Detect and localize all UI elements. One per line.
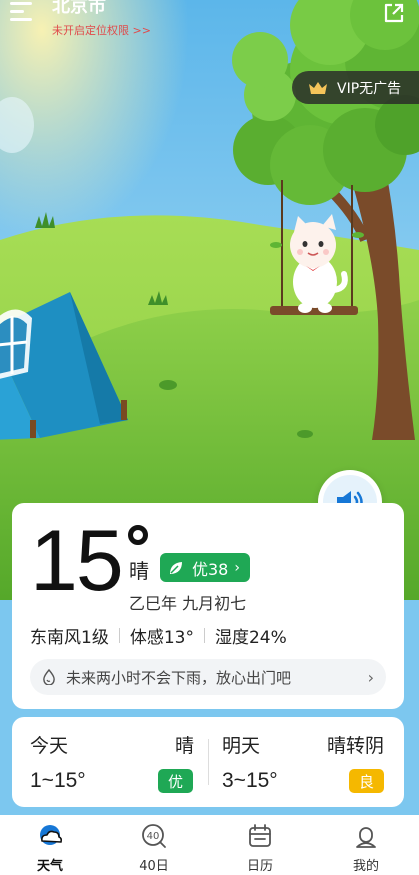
forecast-day-label: 今天 [30, 735, 69, 757]
nav-label: 我的 [352, 859, 379, 874]
feels-like: 体感13° [129, 628, 194, 648]
location-permission-link[interactable]: 未开启定位权限 >> [52, 22, 151, 38]
lunar-date: 乙巳年 九月初七 [129, 594, 247, 613]
city-name[interactable]: 北京市 [52, 0, 106, 18]
calendar-icon [249, 824, 271, 847]
menu-icon[interactable] [10, 2, 36, 24]
nav-label: 天气 [36, 859, 63, 874]
bottom-navigation: 天气 40 40日 日历 我的 [0, 815, 419, 875]
forecast-aqi-badge: 良 [349, 769, 384, 793]
nav-label: 40日 [139, 859, 169, 874]
forecast-day-label: 明天 [222, 735, 261, 757]
current-condition: 晴 [129, 559, 149, 583]
forecast-condition: 晴 [174, 735, 194, 757]
profile-icon [356, 827, 376, 848]
chevron-right-icon: › [367, 667, 374, 687]
share-icon[interactable] [383, 2, 405, 24]
current-weather-card: 15 晴 优38 › 乙巳年 九月初七 东南风1级 体感13° 湿度24% 未来… [12, 503, 404, 709]
current-temperature: 15 [30, 513, 124, 609]
weather-stats-row: 东南风1级 体感13° 湿度24% [30, 623, 287, 648]
divider [203, 628, 205, 643]
chevron-right-icon: › [234, 559, 240, 576]
air-quality-badge[interactable]: 优38 › [160, 553, 250, 582]
nav-tab-40day[interactable]: 40 40日 [114, 815, 194, 875]
forecast-today[interactable]: 今天 晴 1~15° 优 [12, 717, 208, 807]
top-bar: 北京市 未开启定位权限 >> [0, 0, 419, 40]
vip-label: VIP无广告 [337, 80, 402, 97]
wind-info: 东南风1级 [30, 628, 109, 648]
nav-tab-weather[interactable]: 天气 [10, 815, 90, 875]
nav-tab-profile[interactable]: 我的 [326, 815, 406, 875]
two-day-forecast: 今天 晴 1~15° 优 明天 晴转阴 3~15° 良 [12, 717, 404, 807]
nav-label: 日历 [246, 859, 273, 874]
forecast-tomorrow[interactable]: 明天 晴转阴 3~15° 良 [208, 717, 404, 807]
divider [118, 628, 120, 643]
degree-symbol [128, 525, 148, 545]
humidity: 湿度24% [214, 628, 287, 648]
leaf-icon [170, 561, 182, 574]
forecast-temp-range: 1~15° [30, 769, 86, 792]
raindrop-icon [43, 669, 55, 685]
vip-no-ads-button[interactable]: VIP无广告 [292, 71, 419, 104]
forecast-condition: 晴转阴 [326, 735, 384, 757]
nav-tab-calendar[interactable]: 日历 [220, 815, 300, 875]
vip-crown-icon [309, 81, 327, 94]
rain-tip-text: 未来两小时不会下雨，放心出门吧 [66, 668, 292, 687]
cloud-weather-icon [40, 825, 63, 845]
rain-forecast-bar[interactable]: 未来两小时不会下雨，放心出门吧 › [30, 659, 386, 695]
svg-text:40: 40 [147, 831, 160, 842]
forecast-temp-range: 3~15° [222, 769, 278, 792]
forty-day-icon: 40 [142, 824, 166, 848]
aqi-value: 优38 [192, 559, 229, 579]
forecast-aqi-badge: 优 [158, 769, 193, 793]
